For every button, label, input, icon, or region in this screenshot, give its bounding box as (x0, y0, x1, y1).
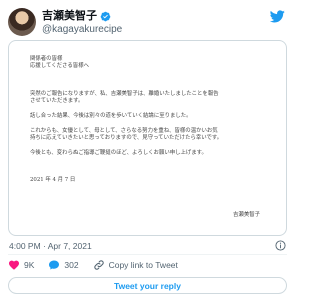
reply-button[interactable]: 302 (48, 259, 79, 271)
avatar[interactable] (8, 8, 36, 36)
reply-count: 302 (64, 260, 79, 270)
copy-link-label: Copy link to Tweet (108, 260, 178, 270)
letter-line: 応援してくださる皆様へ (30, 63, 89, 70)
letter-line: 持ちに応えていきたいと思っておりますので、見守っていただけたら幸いです。 (30, 135, 223, 142)
copy-link-button[interactable]: Copy link to Tweet (93, 259, 178, 271)
user-handle[interactable]: @kagayakurecipe (42, 24, 122, 36)
heart-icon (9, 260, 19, 270)
divider (8, 254, 287, 255)
statement-letter: 関係者の皆様 応援してくださる皆様へ 突然のご報告になりますが、私、吉瀬美智子は… (9, 41, 286, 235)
letter-line: 今後とも、変わらぬご指導ご鞭撻のほど、よろしくお願い申し上げます。 (30, 150, 207, 157)
link-icon (93, 260, 104, 270)
tweet-card: 吉瀬美智子 @kagayakurecipe 関係者の皆様 応援してくださる皆様へ… (0, 0, 295, 300)
like-button[interactable]: 9K (8, 259, 34, 271)
attached-image[interactable]: 関係者の皆様 応援してくださる皆様へ 突然のご報告になりますが、私、吉瀬美智子は… (8, 40, 287, 236)
tweet-header: 吉瀬美智子 @kagayakurecipe (8, 6, 287, 38)
letter-date: 2021 年 4 月 7 日 (30, 177, 76, 184)
name-row[interactable]: 吉瀬美智子 (42, 9, 111, 23)
twitter-bird-icon[interactable] (270, 10, 285, 23)
tweet-your-reply-button[interactable]: Tweet your reply (8, 277, 287, 294)
like-count: 9K (24, 260, 35, 270)
verified-badge-icon (100, 11, 111, 21)
letter-line: 話し合った結果、今後は別々の道を歩いていく結論に至りました。 (30, 113, 192, 120)
reply-bubble-icon (49, 260, 60, 270)
tweet-timestamp[interactable]: 4:00 PM · Apr 7, 2021 (9, 241, 92, 251)
display-name[interactable]: 吉瀬美智子 (42, 9, 97, 23)
letter-signature: 吉瀬美智子 (233, 212, 260, 218)
letter-line: させていただきます。 (30, 98, 84, 105)
info-icon[interactable] (275, 240, 286, 251)
tweet-actions: 9K 302 Copy link to Tweet (8, 257, 192, 273)
